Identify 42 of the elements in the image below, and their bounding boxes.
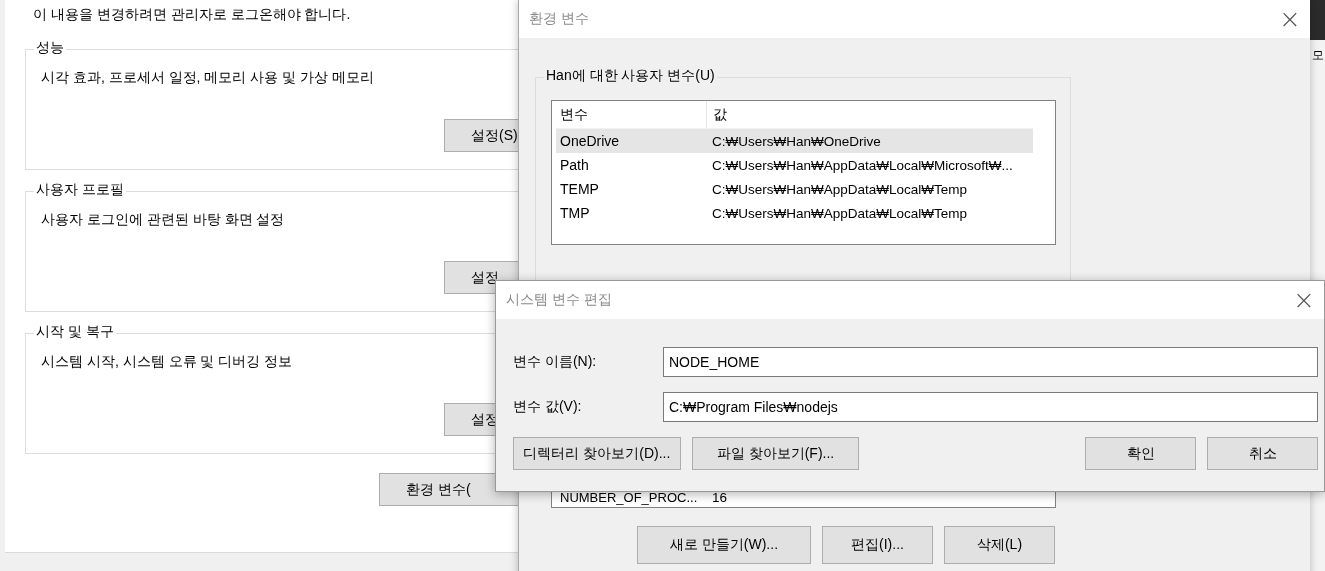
list-row[interactable]: TMP C:₩Users₩Han₩AppData₩Local₩Temp: [556, 201, 1033, 225]
variable-value: C:₩Users₩Han₩AppData₩Local₩Temp: [711, 205, 969, 221]
dialog-button[interactable]: 디렉터리 찾아보기(D)...: [513, 437, 681, 470]
dialog-button[interactable]: 취소: [1207, 437, 1318, 470]
window-title: 시스템 변수 편집: [506, 291, 612, 309]
input-field[interactable]: C:₩Program Files₩nodejs: [663, 392, 1318, 422]
window-title: 환경 변수: [529, 10, 589, 28]
variable-name: TMP: [559, 205, 591, 221]
input-field[interactable]: NODE_HOME: [663, 347, 1318, 377]
variable-name: OneDrive: [559, 133, 621, 149]
group-description: 시스템 시작, 시스템 오류 및 디버깅 정보: [41, 353, 294, 371]
group-title: Han에 대한 사용자 변수(U): [544, 67, 717, 85]
variable-name: Path: [559, 157, 590, 173]
window-text: 모: [1312, 47, 1324, 64]
group-title: 사용자 프로필: [34, 181, 126, 199]
list-row[interactable]: Path C:₩Users₩Han₩AppData₩Local₩Microsoft₩...: [556, 153, 1033, 177]
group-description: 시각 효과, 프로세서 일정, 메모리 사용 및 가상 메모리: [41, 69, 375, 87]
list-row[interactable]: TEMP C:₩Users₩Han₩AppData₩Local₩Temp: [556, 177, 1033, 201]
field-label: 변수 이름(N):: [513, 353, 598, 371]
variable-name: TEMP: [559, 181, 600, 197]
close-button[interactable]: ×: [1284, 285, 1324, 315]
variable-value: C:₩Users₩Han₩AppData₩Local₩Temp: [711, 181, 969, 197]
group-description: 사용자 로그인에 관련된 바탕 화면 설정: [41, 211, 286, 229]
settings-button[interactable]: 설정(S): [444, 119, 518, 152]
notice-text: 이 내용을 변경하려면 관리자로 로그온해야 합니다.: [33, 6, 352, 24]
group-title: 시작 및 복구: [34, 323, 116, 341]
list-action-button[interactable]: 삭제(L): [944, 526, 1055, 564]
dialog-button[interactable]: 파일 찾아보기(F)...: [691, 437, 860, 470]
field-label: 변수 값(V):: [513, 398, 583, 416]
variable-value: C:₩Users₩Han₩AppData₩Local₩Microsoft₩...: [711, 157, 1014, 173]
environment-variables-button[interactable]: 환경 변수(: [379, 473, 518, 506]
dialog-button[interactable]: 확인: [1085, 437, 1197, 470]
column-header[interactable]: 변수: [556, 105, 706, 124]
list-row[interactable]: OneDrive C:₩Users₩Han₩OneDrive: [556, 129, 1033, 153]
column-header[interactable]: 값: [706, 101, 1033, 128]
list-action-button[interactable]: 새로 만들기(W)...: [637, 526, 811, 564]
group-title: 성능: [34, 39, 66, 57]
close-button[interactable]: ×: [1270, 4, 1310, 34]
variable-name: NUMBER_OF_PROC...: [559, 489, 699, 505]
variable-value: C:₩Users₩Han₩OneDrive: [711, 133, 882, 149]
variable-value: 16: [711, 489, 729, 505]
list-action-button[interactable]: 편집(I)...: [822, 526, 933, 564]
